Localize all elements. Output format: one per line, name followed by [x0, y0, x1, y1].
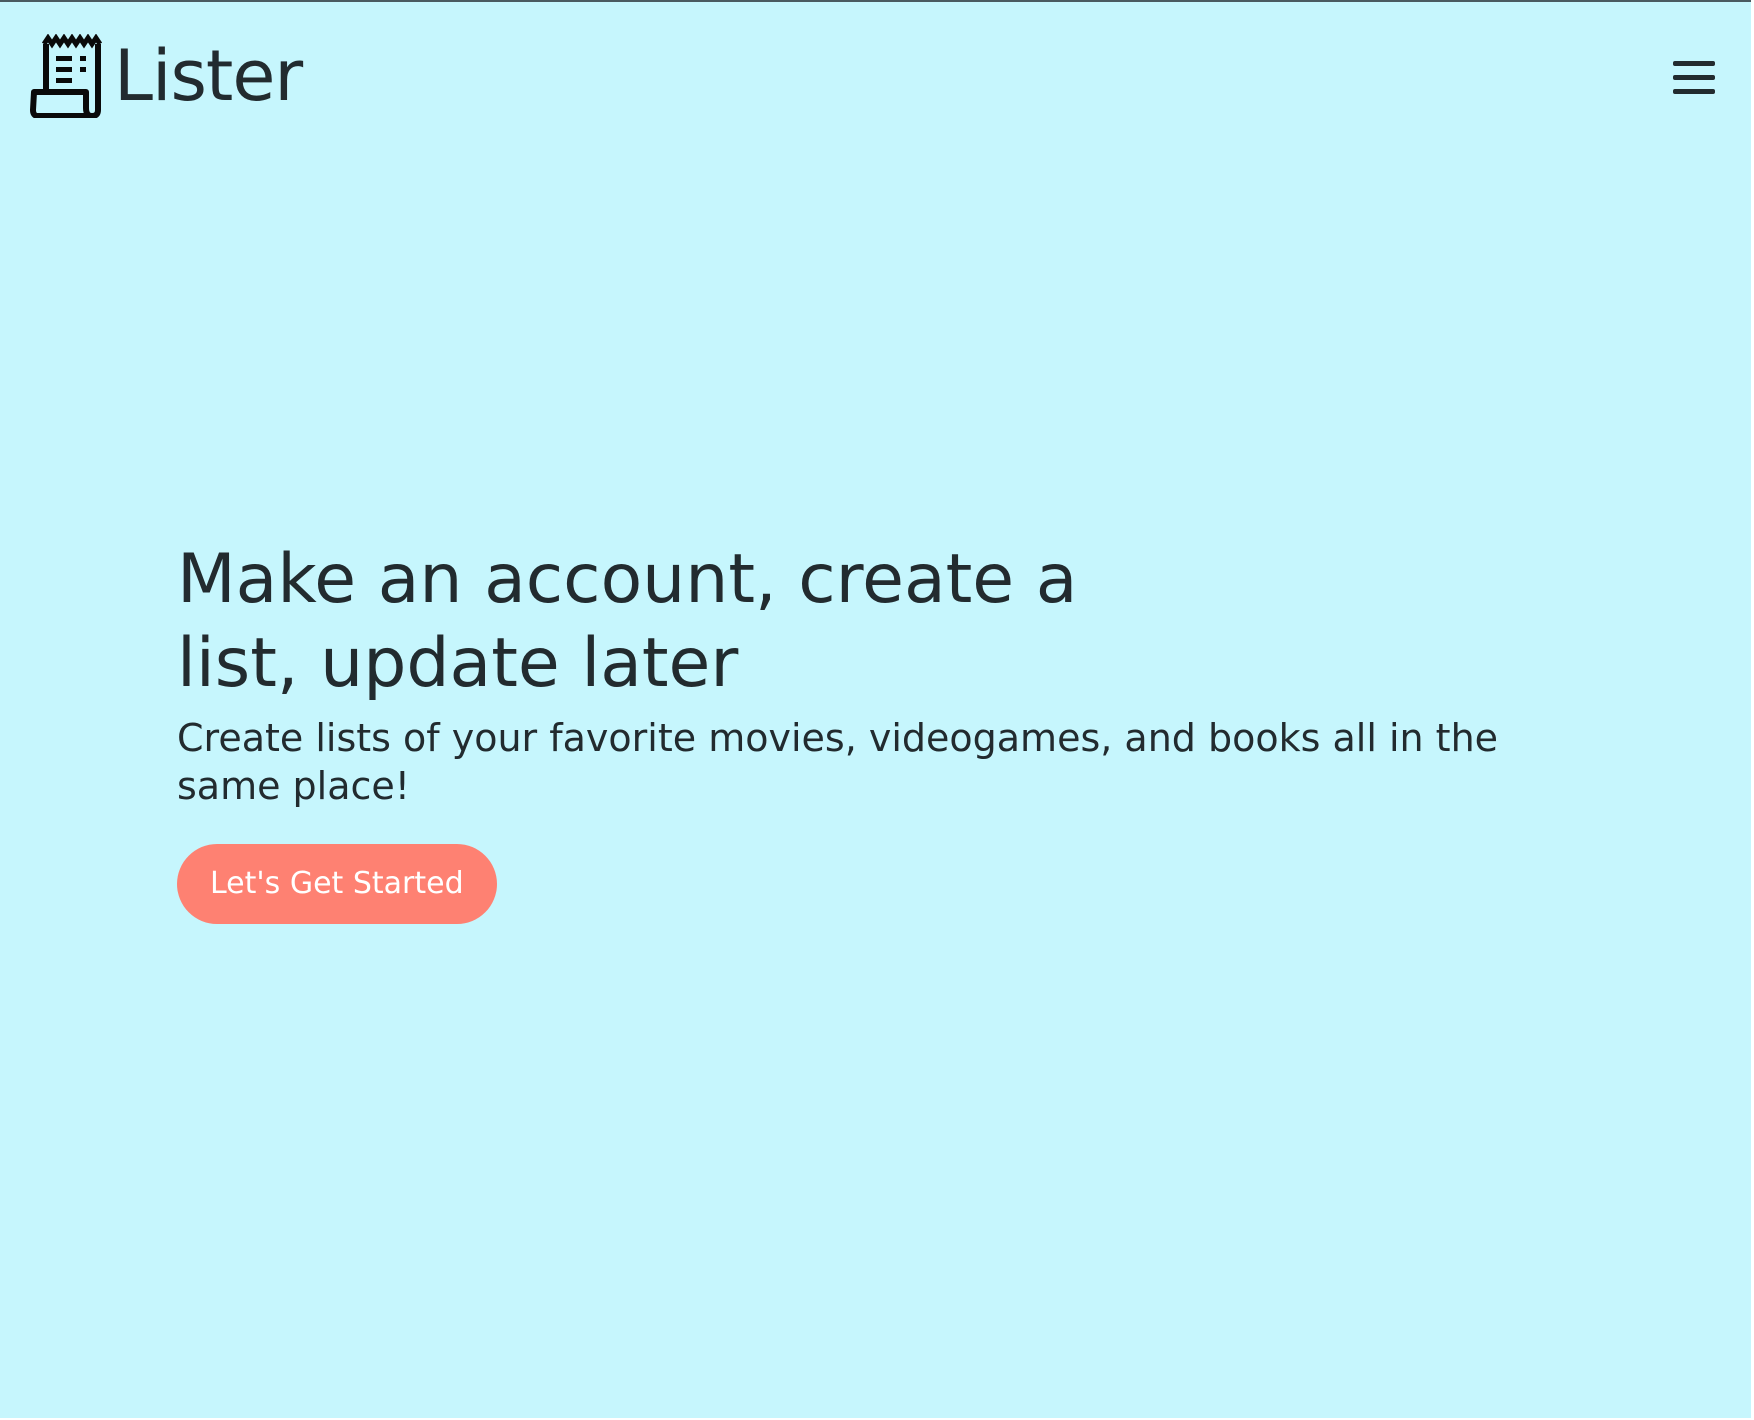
hero-subtitle: Create lists of your favorite movies, vi… — [177, 716, 1499, 808]
brand-link[interactable]: Lister — [30, 34, 303, 118]
hero-section: Make an account, create a list, update l… — [177, 538, 1617, 924]
navbar: Lister — [30, 34, 1721, 124]
brand-name: Lister — [114, 35, 303, 117]
menu-toggle-button[interactable] — [1671, 58, 1717, 98]
landing-page: Lister Make an account, create a list, u… — [0, 0, 1751, 1418]
receipt-list-icon — [30, 34, 103, 118]
hamburger-menu-icon — [1673, 61, 1715, 94]
get-started-button[interactable]: Let's Get Started — [177, 844, 497, 924]
hero-title: Make an account, create a list, update l… — [177, 540, 1078, 703]
